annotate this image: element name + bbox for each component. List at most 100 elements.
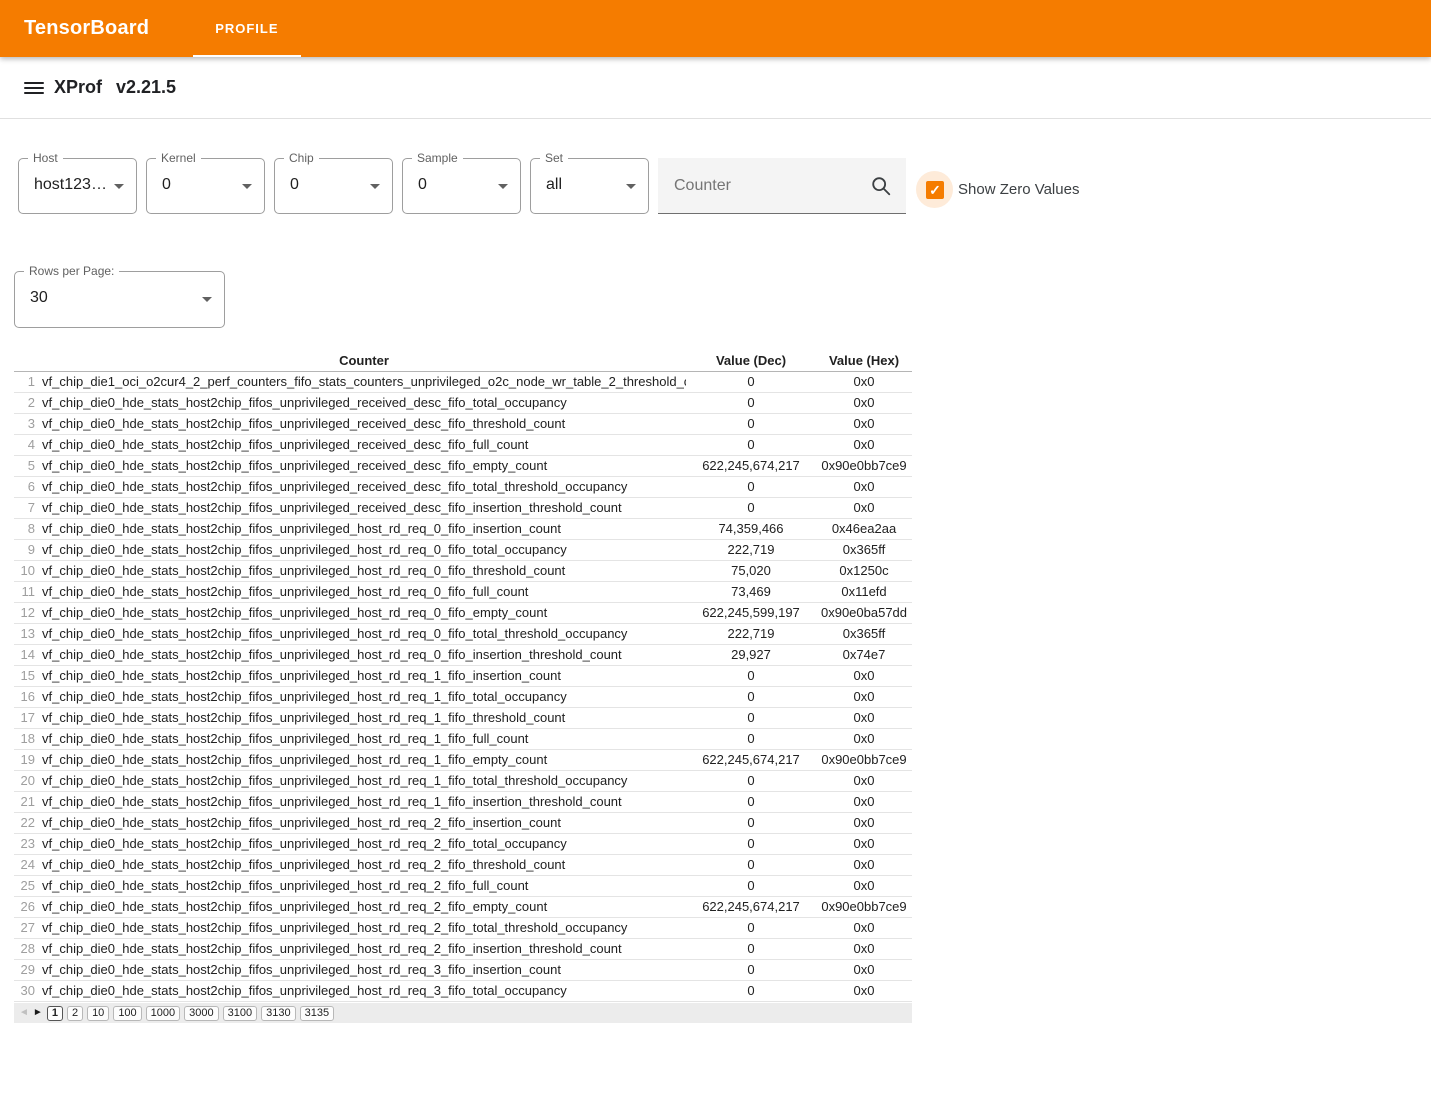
- pagination-page-button[interactable]: 1: [47, 1006, 63, 1021]
- value-hex-cell: 0x0: [816, 665, 912, 686]
- value-dec-cell: 0: [686, 791, 816, 812]
- value-dec-cell: 622,245,599,197: [686, 602, 816, 623]
- value-dec-cell: 0: [686, 980, 816, 1001]
- chevron-down-icon: [242, 184, 252, 189]
- chevron-down-icon: [626, 184, 636, 189]
- counter-name-cell: vf_chip_die0_hde_stats_host2chip_fifos_u…: [42, 581, 686, 602]
- pagination-page-button[interactable]: 3100: [223, 1006, 257, 1021]
- rows-per-page-select[interactable]: Rows per Page: 30: [14, 271, 225, 328]
- value-dec-cell: 0: [686, 959, 816, 980]
- row-number: 19: [14, 749, 42, 770]
- value-hex-cell: 0x1250c: [816, 560, 912, 581]
- row-number: 26: [14, 896, 42, 917]
- sample-select[interactable]: Sample 0: [402, 158, 521, 214]
- value-hex-cell: 0x0: [816, 833, 912, 854]
- value-dec-cell: 0: [686, 833, 816, 854]
- row-number: 16: [14, 686, 42, 707]
- value-dec-cell: 0: [686, 413, 816, 434]
- table-row: 19 vf_chip_die0_hde_stats_host2chip_fifo…: [14, 749, 912, 770]
- row-number: 27: [14, 917, 42, 938]
- pagination-next-button[interactable]: ►: [33, 1006, 43, 1020]
- row-number: 18: [14, 728, 42, 749]
- chevron-down-icon: [202, 297, 212, 302]
- table-row: 21 vf_chip_die0_hde_stats_host2chip_fifo…: [14, 791, 912, 812]
- tab-profile[interactable]: PROFILE: [193, 0, 300, 57]
- value-dec-cell: 0: [686, 938, 816, 959]
- value-hex-cell: 0x0: [816, 707, 912, 728]
- value-dec-cell: 0: [686, 371, 816, 392]
- column-header-counter: Counter: [42, 350, 686, 371]
- row-number: 9: [14, 539, 42, 560]
- header-spacer: [14, 350, 42, 371]
- counter-search-input[interactable]: [658, 158, 853, 213]
- counter-name-cell: vf_chip_die0_hde_stats_host2chip_fifos_u…: [42, 455, 686, 476]
- menu-icon[interactable]: [24, 79, 44, 97]
- pagination-page-button[interactable]: 3000: [184, 1006, 218, 1021]
- table-row: 18 vf_chip_die0_hde_stats_host2chip_fifo…: [14, 728, 912, 749]
- row-number: 29: [14, 959, 42, 980]
- table-row: 22 vf_chip_die0_hde_stats_host2chip_fifo…: [14, 812, 912, 833]
- value-dec-cell: 222,719: [686, 539, 816, 560]
- value-hex-cell: 0x11efd: [816, 581, 912, 602]
- value-dec-cell: 0: [686, 875, 816, 896]
- row-number: 20: [14, 770, 42, 791]
- value-dec-cell: 0: [686, 707, 816, 728]
- value-hex-cell: 0x0: [816, 686, 912, 707]
- value-hex-cell: 0x0: [816, 791, 912, 812]
- value-dec-cell: 622,245,674,217: [686, 455, 816, 476]
- tool-name: XProf: [54, 77, 102, 98]
- value-dec-cell: 0: [686, 917, 816, 938]
- value-hex-cell: 0x365ff: [816, 623, 912, 644]
- kernel-select-label: Kernel: [156, 151, 201, 165]
- counter-name-cell: vf_chip_die0_hde_stats_host2chip_fifos_u…: [42, 539, 686, 560]
- counter-name-cell: vf_chip_die0_hde_stats_host2chip_fifos_u…: [42, 644, 686, 665]
- counter-search-field: [658, 158, 906, 214]
- value-hex-cell: 0x0: [816, 875, 912, 896]
- counter-name-cell: vf_chip_die0_hde_stats_host2chip_fifos_u…: [42, 686, 686, 707]
- row-number: 8: [14, 518, 42, 539]
- set-select-value: all: [546, 176, 562, 194]
- pagination-page-button[interactable]: 3130: [261, 1006, 295, 1021]
- pagination-page-button[interactable]: 100: [113, 1006, 141, 1021]
- row-number: 1: [14, 371, 42, 392]
- pagination-prev-button[interactable]: ◄: [19, 1006, 29, 1020]
- pagination-page-button[interactable]: 1000: [146, 1006, 180, 1021]
- table-row: 4 vf_chip_die0_hde_stats_host2chip_fifos…: [14, 434, 912, 455]
- set-select[interactable]: Set all: [530, 158, 649, 214]
- table-row: 25 vf_chip_die0_hde_stats_host2chip_fifo…: [14, 875, 912, 896]
- pagination-page-button[interactable]: 2: [67, 1006, 83, 1021]
- search-icon[interactable]: [870, 175, 892, 197]
- row-number: 5: [14, 455, 42, 476]
- tool-version: v2.21.5: [116, 77, 176, 98]
- counter-name-cell: vf_chip_die0_hde_stats_host2chip_fifos_u…: [42, 959, 686, 980]
- chevron-down-icon: [370, 184, 380, 189]
- table-row: 8 vf_chip_die0_hde_stats_host2chip_fifos…: [14, 518, 912, 539]
- host-select-label: Host: [28, 151, 63, 165]
- kernel-select[interactable]: Kernel 0: [146, 158, 265, 214]
- value-hex-cell: 0x0: [816, 938, 912, 959]
- counter-name-cell: vf_chip_die0_hde_stats_host2chip_fifos_u…: [42, 749, 686, 770]
- app-bar: TensorBoard PROFILE: [0, 0, 1431, 57]
- value-hex-cell: 0x90e0bb7ce9: [816, 455, 912, 476]
- value-hex-cell: 0x0: [816, 959, 912, 980]
- value-dec-cell: 0: [686, 392, 816, 413]
- show-zero-values-checkbox[interactable]: ✓: [926, 181, 944, 199]
- row-number: 30: [14, 980, 42, 1001]
- pagination-page-button[interactable]: 3135: [300, 1006, 334, 1021]
- value-hex-cell: 0x46ea2aa: [816, 518, 912, 539]
- value-hex-cell: 0x0: [816, 917, 912, 938]
- counter-name-cell: vf_chip_die0_hde_stats_host2chip_fifos_u…: [42, 518, 686, 539]
- rows-per-page-label: Rows per Page:: [24, 264, 119, 278]
- pagination-page-button[interactable]: 10: [87, 1006, 109, 1021]
- host-select[interactable]: Host host123…: [18, 158, 137, 214]
- value-dec-cell: 0: [686, 854, 816, 875]
- value-hex-cell: 0x0: [816, 434, 912, 455]
- row-number: 25: [14, 875, 42, 896]
- chip-select[interactable]: Chip 0: [274, 158, 393, 214]
- value-hex-cell: 0x0: [816, 854, 912, 875]
- counter-name-cell: vf_chip_die0_hde_stats_host2chip_fifos_u…: [42, 896, 686, 917]
- kernel-select-value: 0: [162, 176, 171, 194]
- counter-name-cell: vf_chip_die0_hde_stats_host2chip_fifos_u…: [42, 875, 686, 896]
- table-row: 5 vf_chip_die0_hde_stats_host2chip_fifos…: [14, 455, 912, 476]
- row-number: 17: [14, 707, 42, 728]
